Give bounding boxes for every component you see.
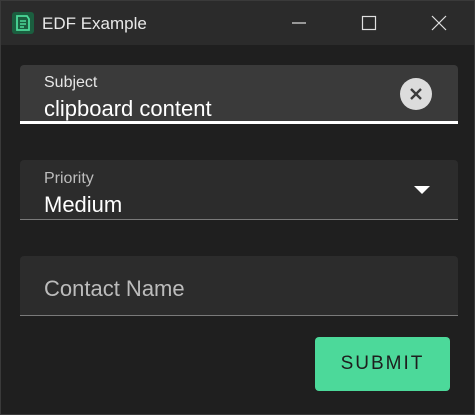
app-window: EDF Example Subject clipboard content Pr… <box>0 0 475 415</box>
subject-label: Subject <box>44 74 98 91</box>
subject-field[interactable]: Subject clipboard content <box>20 65 458 124</box>
priority-value: Medium <box>44 192 123 217</box>
contact-name-field[interactable]: Contact Name <box>20 256 458 316</box>
minimize-button[interactable] <box>264 1 334 45</box>
close-icon <box>431 15 447 31</box>
priority-select[interactable]: Priority Medium <box>20 160 458 220</box>
clear-subject-button[interactable] <box>400 78 432 110</box>
maximize-button[interactable] <box>334 1 404 45</box>
window-title: EDF Example <box>42 14 147 33</box>
clear-icon <box>410 88 422 100</box>
contact-name-placeholder: Contact Name <box>44 276 185 301</box>
title-bar[interactable]: EDF Example <box>1 1 474 45</box>
priority-label: Priority <box>44 170 94 187</box>
minimize-icon <box>292 22 306 24</box>
submit-button[interactable]: SUBMIT <box>315 337 450 391</box>
close-button[interactable] <box>404 1 474 45</box>
dropdown-arrow-icon[interactable] <box>414 186 430 194</box>
maximize-icon <box>361 15 377 31</box>
subject-input[interactable]: clipboard content <box>44 96 212 122</box>
app-icon <box>12 12 34 34</box>
